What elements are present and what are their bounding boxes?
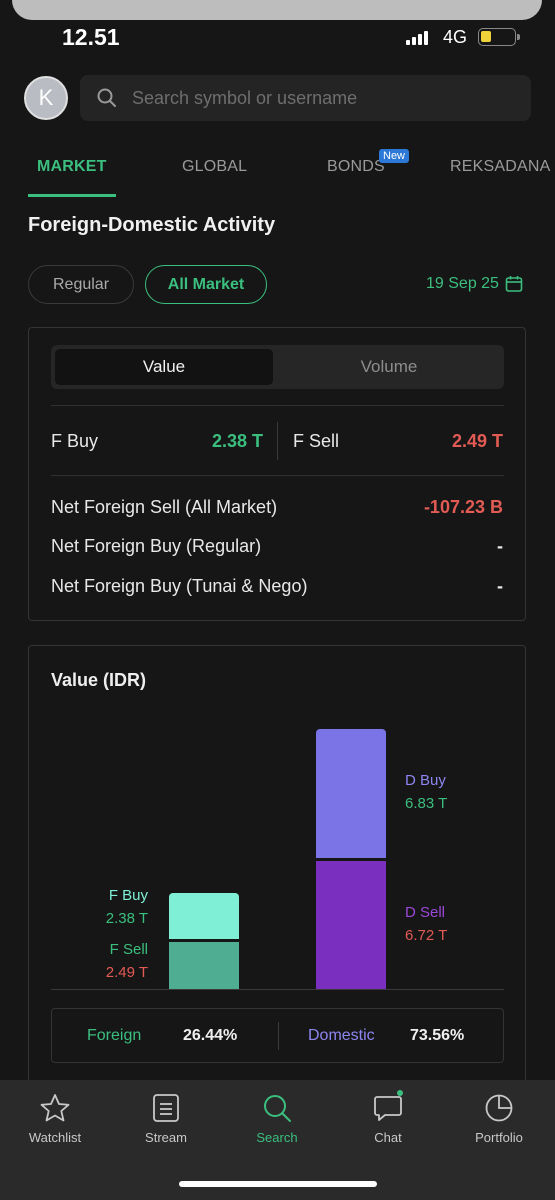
nav-label: Stream: [145, 1130, 187, 1145]
net-foreign-all-market-value: -107.23 B: [423, 497, 503, 517]
nav-portfolio[interactable]: Portfolio: [449, 1092, 549, 1145]
net-foreign-tunai-nego-value: -: [497, 576, 503, 596]
nav-watchlist[interactable]: Watchlist: [5, 1092, 105, 1145]
value-volume-toggle: Value Volume: [51, 345, 504, 389]
unread-indicator: [397, 1090, 403, 1096]
nav-search[interactable]: Search: [227, 1092, 327, 1145]
net-foreign-all-market-label: Net Foreign Sell (All Market): [51, 497, 278, 517]
vertical-divider: [277, 422, 278, 460]
calendar-icon: [505, 276, 523, 292]
nav-chat[interactable]: Chat: [338, 1090, 438, 1145]
value-chart-card: Value (IDR) Foreign 26.44% Domestic 73.5…: [28, 645, 526, 1085]
tab-reksadana[interactable]: REKSADANA: [450, 158, 551, 176]
f-sell-value: 2.49 T: [451, 431, 503, 451]
d-sell-name-label: D Sell: [405, 904, 446, 922]
market-tabs: MARKET GLOBAL BONDS REKSADANA: [0, 150, 555, 198]
vertical-divider: [278, 1022, 279, 1050]
chart-baseline: [51, 989, 504, 990]
home-indicator: [179, 1181, 377, 1187]
net-foreign-regular-label: Net Foreign Buy (Regular): [51, 536, 262, 556]
search-bar[interactable]: [80, 75, 531, 121]
divider: [51, 405, 504, 406]
f-buy-data-label: 2.38 T: [105, 910, 148, 928]
date-picker[interactable]: 19 Sep 25: [426, 275, 523, 293]
search-input[interactable]: [132, 87, 512, 109]
nav-stream[interactable]: Stream: [116, 1092, 216, 1145]
chart-title: Value (IDR): [51, 670, 147, 690]
share-summary: Foreign 26.44% Domestic 73.56%: [51, 1008, 504, 1063]
filter-all-market-button[interactable]: All Market: [145, 265, 267, 304]
nav-label: Chat: [374, 1130, 402, 1145]
search-icon: [97, 88, 116, 107]
page-title: Foreign-Domestic Activity: [28, 214, 276, 236]
f-buy-name-label: F Buy: [108, 887, 148, 905]
nav-label: Portfolio: [475, 1130, 523, 1145]
d-sell-data-label: 6.72 T: [405, 927, 448, 945]
tab-global[interactable]: GLOBAL: [182, 158, 247, 176]
status-bar: 12.51 4G: [0, 20, 555, 56]
star-icon: [40, 1094, 70, 1122]
filter-regular-button[interactable]: Regular: [28, 265, 134, 304]
battery-icon: [478, 28, 520, 46]
net-foreign-regular-value: -: [497, 536, 503, 556]
value-toggle-button[interactable]: Value: [55, 349, 273, 385]
nav-label: Watchlist: [28, 1130, 82, 1145]
status-time: 12.51: [62, 24, 120, 50]
avatar[interactable]: K: [24, 76, 68, 120]
summary-card: Value Volume F Buy 2.38 T F Sell 2.49 T …: [28, 327, 526, 621]
tab-bonds[interactable]: BONDS: [327, 158, 385, 176]
foreign-share-label: Foreign: [87, 1027, 142, 1044]
search-icon: [264, 1095, 291, 1122]
pie-chart-icon: [485, 1094, 513, 1122]
stream-icon: [153, 1094, 179, 1122]
f-buy-value: 2.38 T: [211, 431, 263, 451]
device-notch: [12, 0, 542, 20]
net-foreign-tunai-nego-label: Net Foreign Buy (Tunai & Nego): [51, 576, 308, 596]
f-sell-label: F Sell: [293, 431, 340, 451]
nav-label: Search: [256, 1130, 298, 1145]
f-sell-name-label: F Sell: [109, 940, 148, 958]
d-buy-data-label: 6.83 T: [405, 794, 448, 812]
domestic-share-value: 73.56%: [410, 1027, 465, 1044]
bar-f-buy: [169, 893, 239, 939]
tab-market[interactable]: MARKET: [37, 158, 107, 176]
signal-icon: [406, 29, 428, 45]
f-buy-label: F Buy: [51, 431, 99, 451]
divider: [51, 475, 504, 476]
network-type: 4G: [443, 27, 468, 47]
bar-f-sell: [169, 941, 239, 989]
chat-icon: [374, 1096, 402, 1121]
f-sell-data-label: 2.49 T: [105, 963, 148, 981]
date-label: 19 Sep 25: [426, 275, 499, 292]
active-tab-indicator: [28, 194, 116, 197]
d-buy-name-label: D Buy: [405, 771, 446, 789]
domestic-share-label: Domestic: [308, 1027, 375, 1044]
bar-d-sell: [316, 861, 386, 989]
new-badge: New: [379, 149, 410, 163]
bar-d-buy: [316, 728, 386, 859]
volume-toggle-button[interactable]: Volume: [278, 349, 500, 385]
foreign-share-value: 26.44%: [183, 1027, 238, 1044]
